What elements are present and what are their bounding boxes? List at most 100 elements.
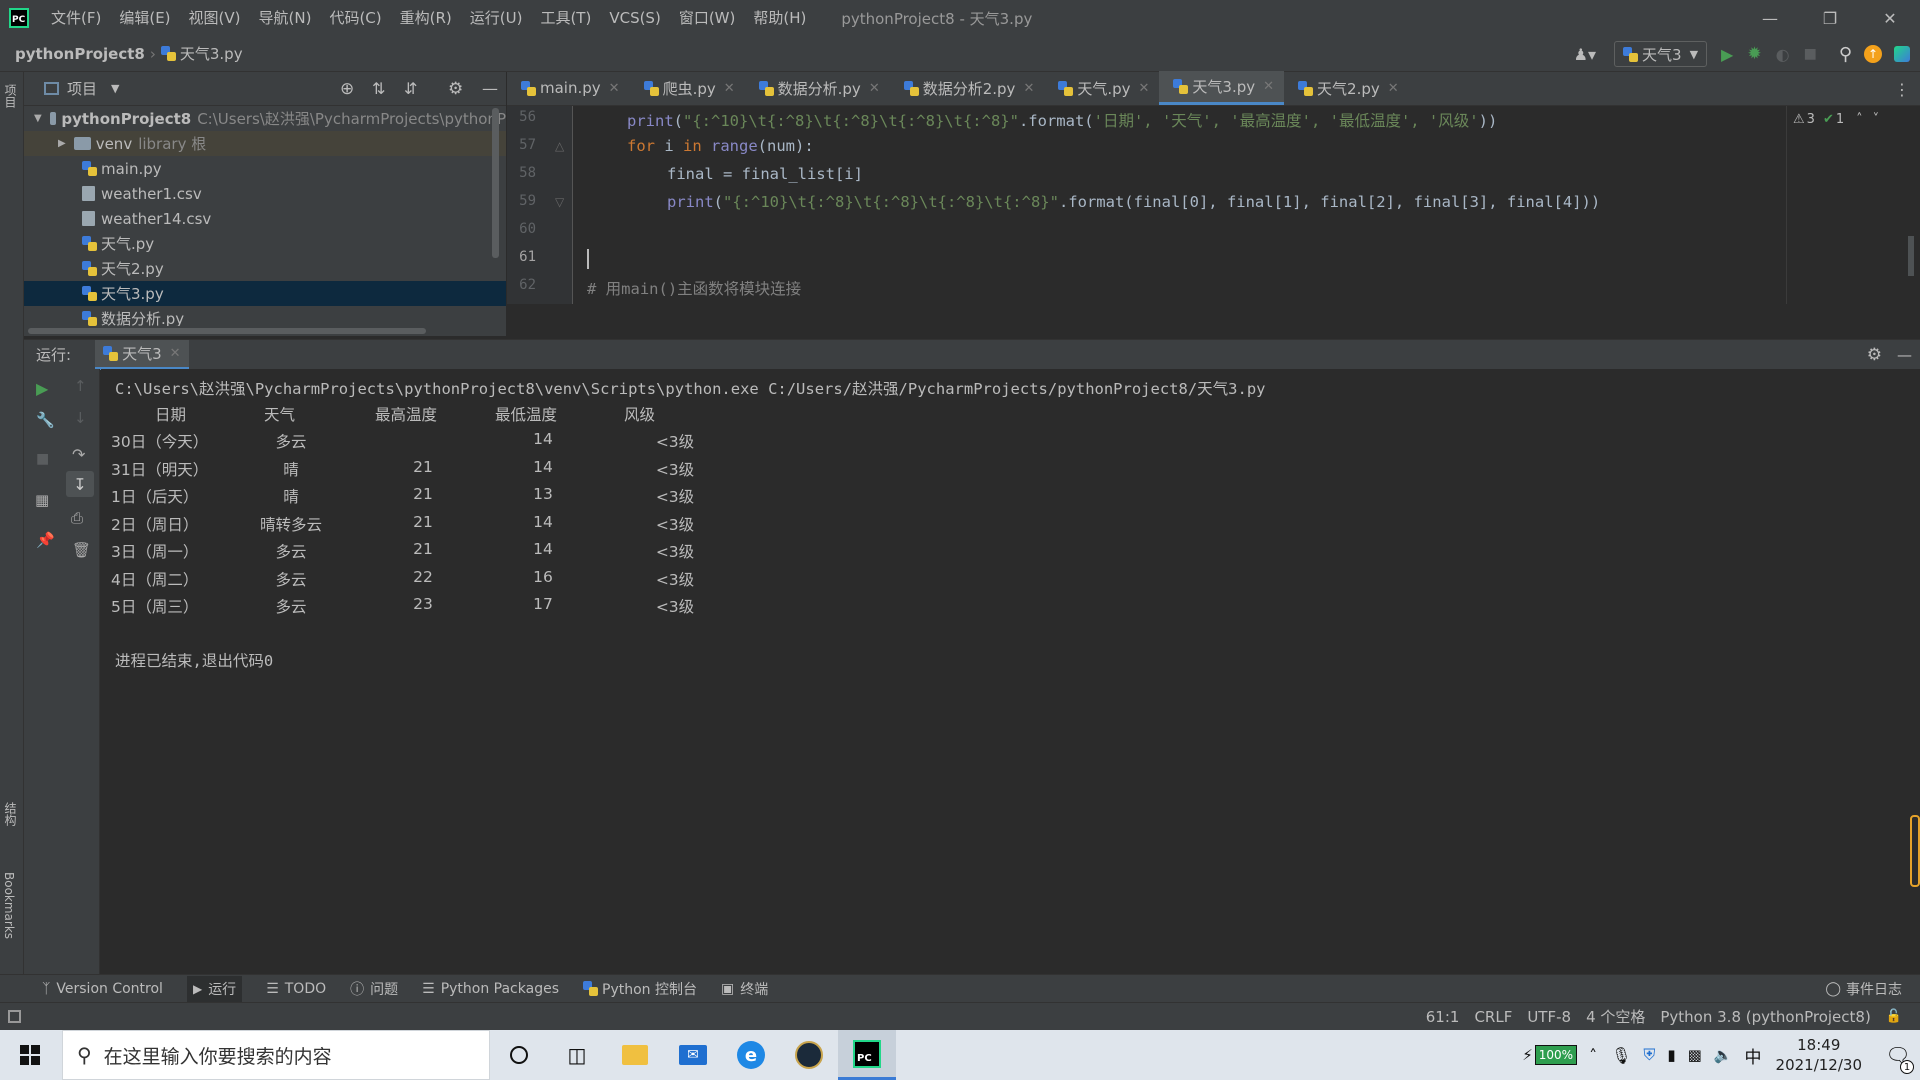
run-console[interactable]: C:\Users\赵洪强\PycharmProjects\pythonProje… xyxy=(101,369,1920,974)
tree-item-file[interactable]: 天气2.py xyxy=(24,256,506,281)
menu-vcs[interactable]: VCS(S) xyxy=(600,0,669,36)
mail-icon[interactable]: ✉ xyxy=(664,1030,722,1080)
fold-icon[interactable]: ▽ xyxy=(555,195,564,209)
tree-item-venv[interactable]: ▶ venv library 根 xyxy=(24,131,506,156)
editor-tab[interactable]: main.py ✕ xyxy=(507,71,630,105)
editor-tab[interactable]: 天气.py ✕ xyxy=(1044,71,1159,105)
run-tab[interactable]: 天气3 ✕ xyxy=(95,339,189,370)
tree-item-file[interactable]: main.py xyxy=(24,156,506,181)
pycharm-taskbar-icon[interactable]: PC xyxy=(838,1030,896,1080)
editor-tab[interactable]: 天气2.py ✕ xyxy=(1284,71,1409,105)
trash-icon[interactable]: 🗑 xyxy=(72,541,91,559)
tool-event-log[interactable]: ◯ 事件日志 xyxy=(1825,979,1902,999)
task-view-icon[interactable]: ◫ xyxy=(548,1030,606,1080)
battery-icon[interactable]: ▮ xyxy=(1667,1046,1675,1064)
menu-navigate[interactable]: 导航(N) xyxy=(250,0,321,36)
python-interpreter[interactable]: Python 3.8 (pythonProject8) xyxy=(1660,1008,1870,1026)
microphone-icon[interactable]: 🎙 xyxy=(1611,1046,1631,1065)
more-tabs-icon[interactable]: ⋮ xyxy=(1894,80,1910,99)
lock-icon[interactable]: 🔓 xyxy=(1886,1009,1902,1024)
user-icon[interactable]: ♟▾ xyxy=(1574,45,1596,64)
fold-icon[interactable]: △ xyxy=(555,139,564,153)
notification-center-button[interactable]: 🗨 1 xyxy=(1876,1030,1920,1080)
security-shield-icon[interactable]: ⛨ xyxy=(1643,1045,1655,1065)
menu-file[interactable]: 文件(F) xyxy=(42,0,110,36)
project-panel-title[interactable]: 项目 xyxy=(67,78,97,99)
stop-icon[interactable]: ■ xyxy=(36,451,49,467)
menu-edit[interactable]: 编辑(E) xyxy=(110,0,179,36)
edge-browser-icon[interactable]: e xyxy=(722,1030,780,1080)
tool-run[interactable]: ▶ 运行 xyxy=(186,975,243,1002)
tree-item-file[interactable]: weather14.csv xyxy=(24,206,506,231)
expand-all-icon[interactable]: ⇅ xyxy=(372,79,385,98)
close-tab-icon[interactable]: ✕ xyxy=(1139,81,1150,96)
run-configuration-select[interactable]: 天气3 ▼ xyxy=(1614,41,1708,67)
locate-icon[interactable]: ⊕ xyxy=(340,79,354,99)
plugin-icon[interactable] xyxy=(1894,46,1910,62)
pin-icon[interactable]: 📌 xyxy=(36,531,55,549)
project-tool-tab[interactable]: 项目 xyxy=(2,84,19,108)
next-highlight-icon[interactable]: ˅ xyxy=(1873,112,1880,127)
arrow-up-icon[interactable]: ↑ xyxy=(74,377,87,395)
tree-vertical-scrollbar[interactable] xyxy=(492,108,499,258)
start-button[interactable] xyxy=(20,1045,40,1065)
settings-icon[interactable]: ⚙ xyxy=(1867,345,1882,365)
project-view-dropdown-icon[interactable]: ▼ xyxy=(111,82,119,95)
volume-icon[interactable]: 🔈 xyxy=(1714,1046,1733,1064)
caret-position[interactable]: 61:1 xyxy=(1426,1008,1460,1026)
close-tab-icon[interactable]: ✕ xyxy=(1023,81,1034,96)
tree-item-file-selected[interactable]: 天气3.py xyxy=(24,281,506,306)
print-icon[interactable]: ⎙ xyxy=(71,509,83,527)
wrench-icon[interactable]: 🔧 xyxy=(36,411,55,429)
file-explorer-icon[interactable] xyxy=(606,1030,664,1080)
tree-item-file[interactable]: 天气.py xyxy=(24,231,506,256)
code-editor[interactable]: print("{:^10}\t{:^8}\t{:^8}\t{:^8}\t{:^8… xyxy=(573,106,1913,304)
taskbar-search[interactable]: ⚲ 在这里输入你要搜索的内容 xyxy=(62,1030,490,1080)
previous-highlight-icon[interactable]: ˄ xyxy=(1856,112,1863,127)
stop-icon[interactable]: ■ xyxy=(1804,46,1817,62)
run-icon[interactable]: ▶ xyxy=(1721,45,1733,64)
toggle-tool-windows-icon[interactable] xyxy=(8,1010,21,1023)
tree-horizontal-scrollbar[interactable] xyxy=(24,326,506,336)
network-icon[interactable]: ▩ xyxy=(1688,1046,1702,1064)
file-encoding[interactable]: UTF-8 xyxy=(1527,1008,1571,1026)
tool-todo[interactable]: ☰ TODO xyxy=(266,981,326,997)
breadcrumb-file[interactable]: 天气3.py xyxy=(180,43,243,64)
close-tab-icon[interactable]: ✕ xyxy=(170,346,181,361)
collapse-all-icon[interactable]: ⇵ xyxy=(404,79,417,98)
structure-tool-tab[interactable]: 结构 xyxy=(2,802,19,826)
close-tab-icon[interactable]: ✕ xyxy=(1388,81,1399,96)
hide-panel-icon[interactable]: — xyxy=(482,79,498,98)
menu-window[interactable]: 窗口(W) xyxy=(670,0,745,36)
bookmarks-tool-tab[interactable]: Bookmarks xyxy=(2,872,16,939)
cortana-icon[interactable] xyxy=(490,1030,548,1080)
tree-item-file[interactable]: weather1.csv xyxy=(24,181,506,206)
menu-run[interactable]: 运行(U) xyxy=(461,0,532,36)
inspection-widget[interactable]: ⚠ 3 ✔ 1 ˄ ˅ xyxy=(1793,112,1879,127)
settings-icon[interactable]: ⚙ xyxy=(448,79,463,99)
close-tab-icon[interactable]: ✕ xyxy=(724,81,735,96)
coverage-icon[interactable]: ◐ xyxy=(1776,45,1790,64)
hide-panel-icon[interactable]: — xyxy=(1897,346,1912,364)
arrow-down-icon[interactable]: ↓ xyxy=(74,409,87,427)
layout-icon[interactable]: ▦ xyxy=(35,491,49,509)
restore-icon[interactable]: ❐ xyxy=(1800,0,1860,36)
line-separator[interactable]: CRLF xyxy=(1474,1008,1512,1026)
show-hidden-icons-icon[interactable]: ˄ xyxy=(1589,1046,1597,1065)
tool-python-console[interactable]: Python 控制台 xyxy=(583,979,697,999)
editor-tab[interactable]: 爬虫.py ✕ xyxy=(630,71,745,105)
clock[interactable]: 18:49 2021/12/30 xyxy=(1776,1035,1862,1075)
menu-refactor[interactable]: 重构(R) xyxy=(391,0,461,36)
minimize-icon[interactable]: — xyxy=(1740,0,1800,36)
close-tab-icon[interactable]: ✕ xyxy=(1263,79,1274,94)
close-tab-icon[interactable]: ✕ xyxy=(869,81,880,96)
editor-tab[interactable]: 数据分析2.py ✕ xyxy=(890,71,1045,105)
search-icon[interactable]: ⚲ xyxy=(1839,44,1852,65)
tree-item-file[interactable]: 数据分析.py xyxy=(24,306,506,328)
menu-help[interactable]: 帮助(H) xyxy=(744,0,815,36)
battery-indicator[interactable]: 100% xyxy=(1534,1045,1578,1065)
close-icon[interactable]: ✕ xyxy=(1860,0,1920,36)
editor-scrollbar[interactable] xyxy=(1908,236,1914,276)
menu-tools[interactable]: 工具(T) xyxy=(531,0,600,36)
editor-tab-active[interactable]: 天气3.py ✕ xyxy=(1159,71,1285,105)
